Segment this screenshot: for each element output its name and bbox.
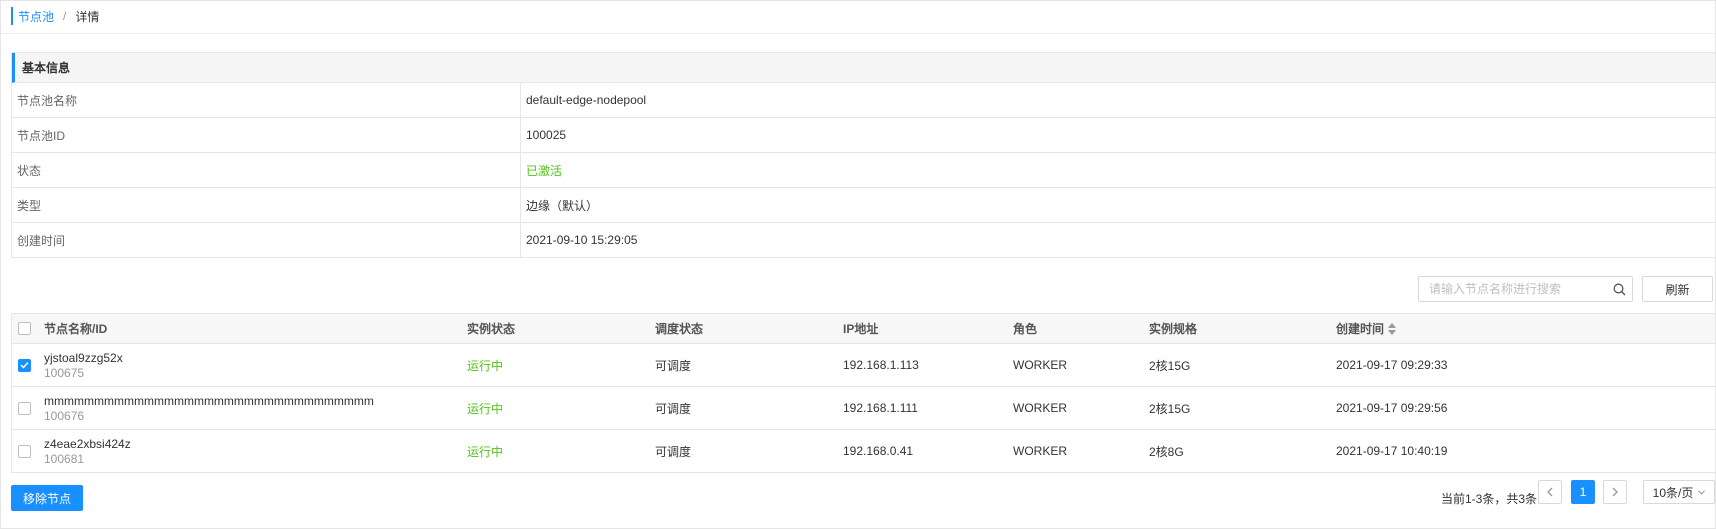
instance-spec: 2核15G <box>1149 358 1191 373</box>
info-label: 节点池ID <box>12 118 521 152</box>
ip-address: 192.168.1.111 <box>843 401 918 415</box>
column-header-role: 角色 <box>1013 322 1038 336</box>
node-role: WORKER <box>1013 401 1067 415</box>
breadcrumb-link-node-pool[interactable]: 节点池 <box>18 8 54 25</box>
info-row-created: 创建时间 2021-09-10 15:29:05 <box>12 223 1715 257</box>
node-role: WORKER <box>1013 444 1067 458</box>
node-name-cell: mmmmmmmmmmmmmmmmmmmmmmmmmmmmmmmmm 100676 <box>44 394 467 423</box>
select-all-cell <box>12 322 44 335</box>
chevron-right-icon <box>1612 487 1618 497</box>
column-header-spec: 实例规格 <box>1149 322 1198 336</box>
instance-spec: 2核15G <box>1149 401 1191 416</box>
node-role: WORKER <box>1013 358 1067 372</box>
row-select-cell <box>12 444 44 458</box>
node-table: 节点名称/ID 实例状态 调度状态 IP地址 角色 实例规格 创建时间 yjst… <box>11 313 1716 473</box>
node-search-box <box>1418 276 1633 302</box>
node-name: z4eae2xbsi424z <box>44 436 131 451</box>
created-time: 2021-09-17 09:29:33 <box>1336 358 1448 372</box>
info-row-id: 节点池ID 100025 <box>12 118 1715 153</box>
info-row-status: 状态 已激活 <box>12 153 1715 188</box>
node-id: 100676 <box>44 408 85 423</box>
node-name-cell: yjstoal9zzg52x 100675 <box>44 351 467 380</box>
info-value: 2021-09-10 15:29:05 <box>526 233 638 247</box>
row-checkbox[interactable] <box>18 401 31 415</box>
page-size-select[interactable]: 10条/页 <box>1643 480 1715 504</box>
pagination-total: 当前1-3条，共3条 <box>1441 491 1538 506</box>
node-name-cell: z4eae2xbsi424z 100681 <box>44 437 467 466</box>
breadcrumb-separator: / <box>63 9 67 23</box>
basic-info-title: 基本信息 <box>12 53 1715 83</box>
basic-info-panel: 基本信息 节点池名称 default-edge-nodepool 节点池ID 1… <box>11 52 1716 258</box>
info-value: 边缘（默认） <box>526 198 599 213</box>
table-row: yjstoal9zzg52x 100675 运行中 可调度 192.168.1.… <box>12 344 1715 387</box>
instance-status: 运行中 <box>467 401 504 416</box>
info-row-type: 类型 边缘（默认） <box>12 188 1715 223</box>
instance-status: 运行中 <box>467 444 504 459</box>
column-header-instance-status: 实例状态 <box>467 322 516 336</box>
check-icon <box>20 361 29 369</box>
row-select-cell <box>12 401 44 415</box>
page-number-current[interactable]: 1 <box>1571 480 1595 504</box>
refresh-button[interactable]: 刷新 <box>1642 276 1713 302</box>
row-checkbox[interactable] <box>18 444 31 458</box>
row-checkbox[interactable] <box>18 358 31 372</box>
info-label: 创建时间 <box>12 223 521 257</box>
chevron-left-icon <box>1547 487 1553 497</box>
created-time: 2021-09-17 09:29:56 <box>1336 401 1448 415</box>
page-size-value: 10条/页 <box>1652 485 1694 500</box>
select-all-checkbox[interactable] <box>18 322 31 335</box>
node-name: yjstoal9zzg52x <box>44 350 123 365</box>
info-value: default-edge-nodepool <box>526 93 647 107</box>
column-header-created-label: 创建时间 <box>1336 322 1385 336</box>
table-row: mmmmmmmmmmmmmmmmmmmmmmmmmmmmmmmmm 100676… <box>12 387 1715 430</box>
prev-page-button[interactable] <box>1538 480 1562 504</box>
breadcrumb-current: 详情 <box>75 9 100 24</box>
column-header-name: 节点名称/ID <box>44 322 108 336</box>
table-row: z4eae2xbsi424z 100681 运行中 可调度 192.168.0.… <box>12 430 1715 472</box>
info-value: 100025 <box>526 128 567 142</box>
breadcrumb: 节点池 / 详情 <box>11 7 99 25</box>
schedule-status: 可调度 <box>655 358 692 373</box>
info-label: 状态 <box>12 153 521 187</box>
ip-address: 192.168.0.41 <box>843 444 914 458</box>
ip-address: 192.168.1.113 <box>843 358 919 372</box>
remove-node-button[interactable]: 移除节点 <box>11 485 83 511</box>
node-id: 100681 <box>44 451 85 466</box>
instance-status: 运行中 <box>467 358 504 373</box>
node-pool-detail-page: 节点池 / 详情 基本信息 节点池名称 default-edge-nodepoo… <box>0 0 1716 529</box>
node-name: mmmmmmmmmmmmmmmmmmmmmmmmmmmmmmmmm <box>44 393 374 408</box>
info-label: 类型 <box>12 188 521 222</box>
row-select-cell <box>12 358 44 372</box>
chevron-down-icon <box>1698 489 1706 495</box>
next-page-button[interactable] <box>1603 480 1627 504</box>
column-header-created[interactable]: 创建时间 <box>1336 320 1715 337</box>
search-input[interactable] <box>1419 278 1606 300</box>
info-row-name: 节点池名称 default-edge-nodepool <box>12 83 1715 118</box>
column-header-schedule-status: 调度状态 <box>655 322 704 336</box>
instance-spec: 2核8G <box>1149 444 1184 459</box>
node-id: 100675 <box>44 365 85 380</box>
sort-icon[interactable] <box>1388 322 1397 335</box>
info-label: 节点池名称 <box>12 83 521 117</box>
header-divider <box>1 33 1715 34</box>
column-header-ip: IP地址 <box>843 322 879 336</box>
schedule-status: 可调度 <box>655 444 692 459</box>
schedule-status: 可调度 <box>655 401 692 416</box>
status-value: 已激活 <box>526 163 563 178</box>
search-icon[interactable] <box>1606 283 1632 296</box>
created-time: 2021-09-17 10:40:19 <box>1336 444 1448 458</box>
table-header: 节点名称/ID 实例状态 调度状态 IP地址 角色 实例规格 创建时间 <box>12 314 1715 344</box>
